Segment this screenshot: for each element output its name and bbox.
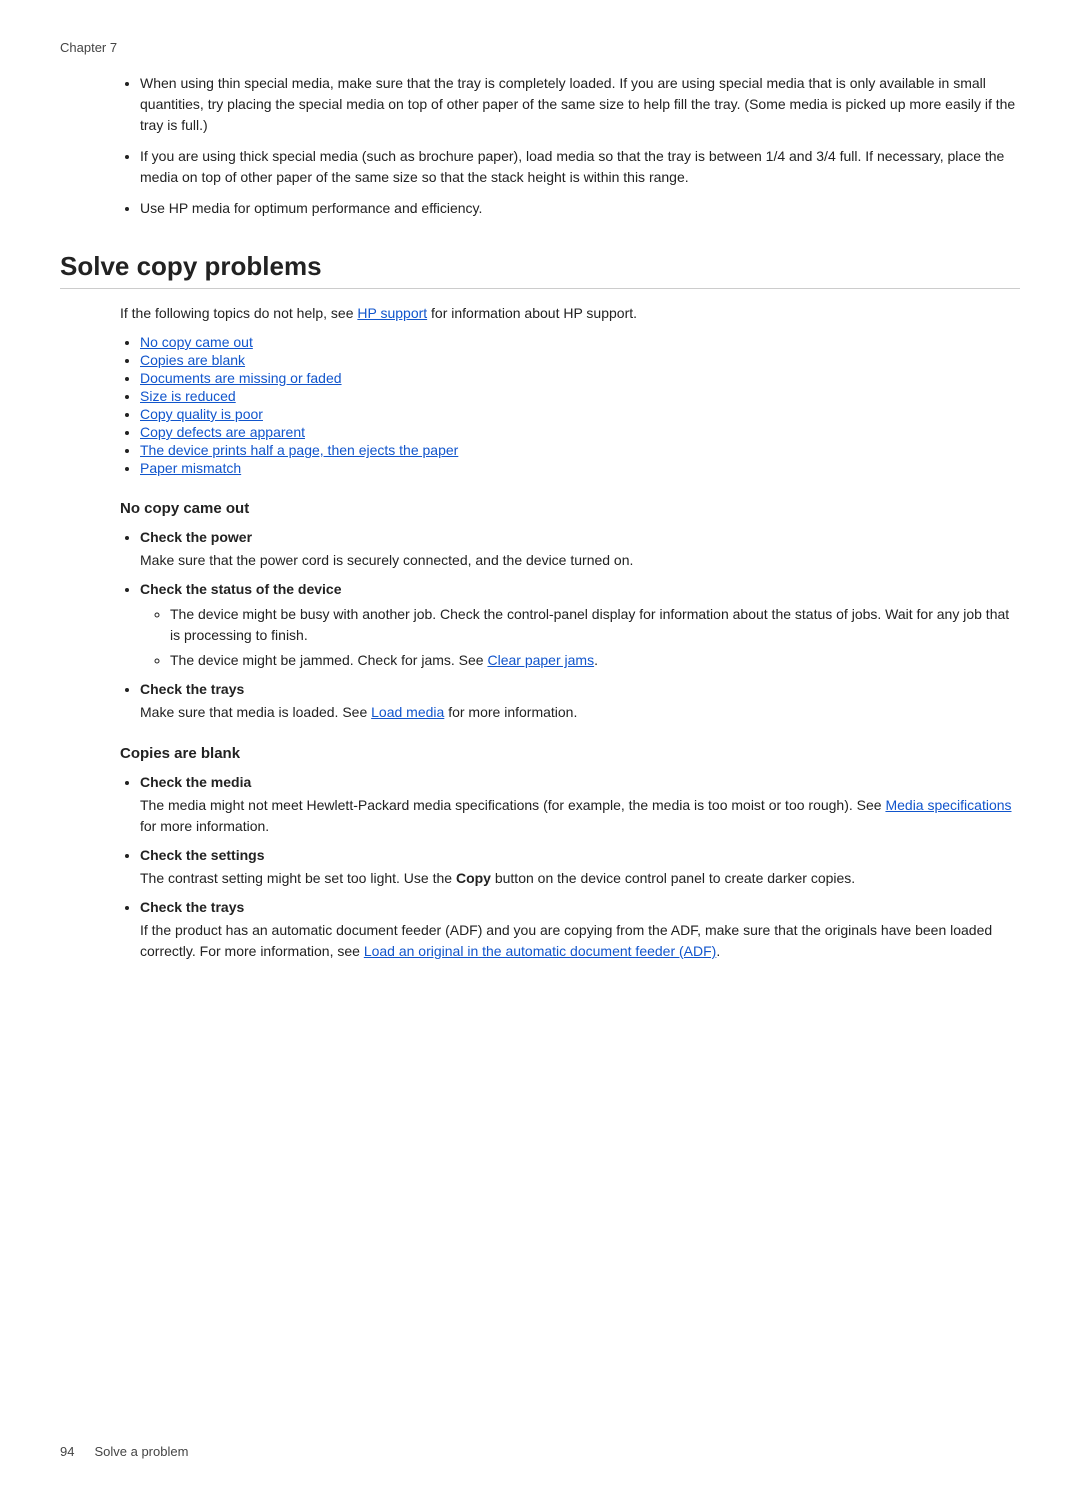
toc-link-1[interactable]: Copies are blank <box>140 352 245 368</box>
subsection-no-copy-title: No copy came out <box>120 500 1020 517</box>
subsection-copies-blank-title: Copies are blank <box>120 745 1020 762</box>
toc-item-3: Size is reduced <box>140 388 1020 404</box>
no-copy-bullet-1: Check the status of the device The devic… <box>140 579 1020 671</box>
toc-item-1: Copies are blank <box>140 352 1020 368</box>
copies-blank-bullet-0-label: Check the media <box>140 774 251 790</box>
intro-text-after: for information about HP support. <box>431 305 637 321</box>
no-copy-bullet-0-body: Make sure that the power cord is securel… <box>140 550 1020 571</box>
toc-link-7[interactable]: Paper mismatch <box>140 460 241 476</box>
intro-bullets-list: When using thin special media, make sure… <box>140 73 1020 219</box>
toc-link-2[interactable]: Documents are missing or faded <box>140 370 342 386</box>
no-copy-bullet-2-label: Check the trays <box>140 681 244 697</box>
footer: 94 Solve a problem <box>60 1444 188 1459</box>
chapter-label: Chapter 7 <box>60 40 1020 55</box>
no-copy-sub-1: The device might be jammed. Check for ja… <box>170 650 1020 671</box>
copies-blank-bullet-0-body: The media might not meet Hewlett-Packard… <box>140 795 1020 837</box>
toc-item-4: Copy quality is poor <box>140 406 1020 422</box>
page-number: 94 <box>60 1444 74 1459</box>
toc-link-5[interactable]: Copy defects are apparent <box>140 424 305 440</box>
clear-paper-jams-link[interactable]: Clear paper jams <box>487 652 594 668</box>
copies-blank-bullet-2: Check the trays If the product has an au… <box>140 897 1020 962</box>
media-specifications-link[interactable]: Media specifications <box>885 797 1011 813</box>
no-copy-sub-0: The device might be busy with another jo… <box>170 604 1020 646</box>
intro-text-before: If the following topics do not help, see <box>120 305 353 321</box>
intro-bullet-1: When using thin special media, make sure… <box>140 73 1020 136</box>
load-adf-link[interactable]: Load an original in the automatic docume… <box>364 943 717 959</box>
toc-item-5: Copy defects are apparent <box>140 424 1020 440</box>
toc-item-6: The device prints half a page, then ejec… <box>140 442 1020 458</box>
toc-item-7: Paper mismatch <box>140 460 1020 476</box>
no-copy-bullet-0-label: Check the power <box>140 529 252 545</box>
intro-bullet-3: Use HP media for optimum performance and… <box>140 198 1020 219</box>
no-copy-bullet-2: Check the trays Make sure that media is … <box>140 679 1020 723</box>
copies-blank-bullet-0: Check the media The media might not meet… <box>140 772 1020 837</box>
intro-paragraph: If the following topics do not help, see… <box>120 303 1020 324</box>
copies-blank-bullets: Check the media The media might not meet… <box>140 772 1020 962</box>
toc-list: No copy came out Copies are blank Docume… <box>140 334 1020 476</box>
copies-blank-bullet-2-label: Check the trays <box>140 899 244 915</box>
copy-bold-word: Copy <box>456 870 491 886</box>
page-label: Solve a problem <box>94 1444 188 1459</box>
toc-link-3[interactable]: Size is reduced <box>140 388 236 404</box>
copies-blank-bullet-1-body: The contrast setting might be set too li… <box>140 868 1020 889</box>
intro-bullet-2: If you are using thick special media (su… <box>140 146 1020 188</box>
toc-link-6[interactable]: The device prints half a page, then ejec… <box>140 442 458 458</box>
no-copy-bullet-1-label: Check the status of the device <box>140 581 342 597</box>
copies-blank-bullet-1-label: Check the settings <box>140 847 264 863</box>
no-copy-bullet-0: Check the power Make sure that the power… <box>140 527 1020 571</box>
copies-blank-bullet-2-body: If the product has an automatic document… <box>140 920 1020 962</box>
copies-blank-bullet-1: Check the settings The contrast setting … <box>140 845 1020 889</box>
toc-item-0: No copy came out <box>140 334 1020 350</box>
no-copy-sub-bullets-1: The device might be busy with another jo… <box>170 604 1020 671</box>
section-title: Solve copy problems <box>60 251 1020 289</box>
toc-link-0[interactable]: No copy came out <box>140 334 253 350</box>
no-copy-bullets: Check the power Make sure that the power… <box>140 527 1020 723</box>
toc-link-4[interactable]: Copy quality is poor <box>140 406 263 422</box>
load-media-link[interactable]: Load media <box>371 704 444 720</box>
no-copy-bullet-2-body: Make sure that media is loaded. See Load… <box>140 702 1020 723</box>
toc-item-2: Documents are missing or faded <box>140 370 1020 386</box>
hp-support-link[interactable]: HP support <box>357 305 427 321</box>
